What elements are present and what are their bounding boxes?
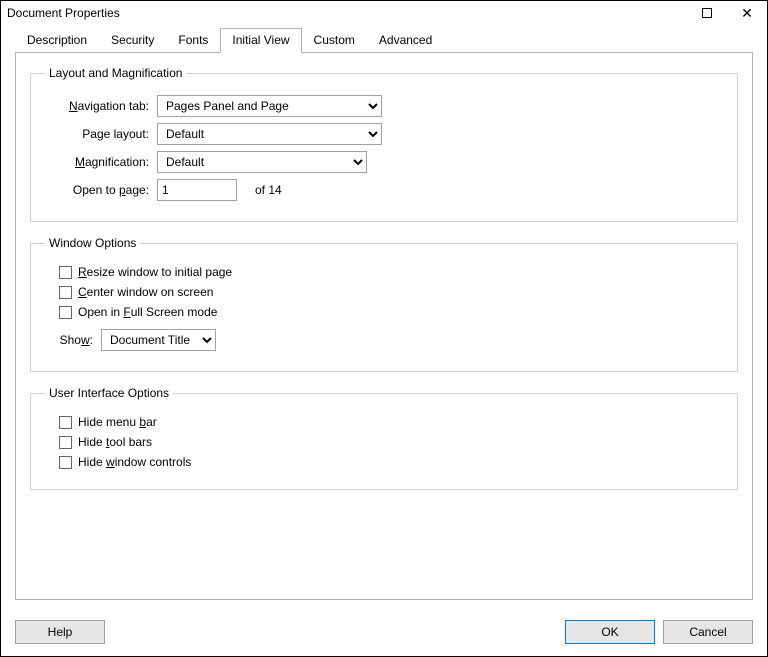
titlebar: Document Properties ✕ bbox=[1, 1, 767, 25]
titlebar-controls: ✕ bbox=[687, 1, 767, 25]
navigation-tab-label: Navigation tab: bbox=[45, 99, 157, 113]
hide-tool-bars-checkbox[interactable] bbox=[59, 436, 72, 449]
tab-security[interactable]: Security bbox=[99, 28, 166, 52]
tab-initial-view[interactable]: Initial View bbox=[220, 28, 301, 53]
center-window-label: Center window on screen bbox=[78, 285, 213, 299]
fullscreen-checkbox[interactable] bbox=[59, 306, 72, 319]
resize-window-checkbox[interactable] bbox=[59, 266, 72, 279]
center-window-checkbox[interactable] bbox=[59, 286, 72, 299]
magnification-label: Magnification: bbox=[45, 155, 157, 169]
dialog-content: Description Security Fonts Initial View … bbox=[1, 25, 767, 614]
show-select[interactable]: Document Title bbox=[101, 329, 216, 351]
layout-magnification-legend: Layout and Magnification bbox=[45, 66, 186, 80]
resize-window-row[interactable]: Resize window to initial page bbox=[59, 265, 723, 279]
ui-options-group: User Interface Options Hide menu bar Hid… bbox=[30, 386, 738, 490]
resize-window-label: Resize window to initial page bbox=[78, 265, 232, 279]
fullscreen-label: Open in Full Screen mode bbox=[78, 305, 217, 319]
close-button[interactable]: ✕ bbox=[727, 1, 767, 25]
hide-window-controls-row[interactable]: Hide window controls bbox=[59, 455, 723, 469]
open-to-page-row: Open to page: of 14 bbox=[45, 179, 723, 201]
navigation-tab-select[interactable]: Pages Panel and Page bbox=[157, 95, 382, 117]
magnification-select[interactable]: Default bbox=[157, 151, 367, 173]
ok-button[interactable]: OK bbox=[565, 620, 655, 644]
hide-menu-bar-label: Hide menu bar bbox=[78, 415, 157, 429]
navigation-tab-row: Navigation tab: Pages Panel and Page bbox=[45, 95, 723, 117]
open-to-page-input[interactable] bbox=[157, 179, 237, 201]
hide-menu-bar-row[interactable]: Hide menu bar bbox=[59, 415, 723, 429]
close-icon: ✕ bbox=[741, 6, 753, 20]
tab-fonts[interactable]: Fonts bbox=[166, 28, 220, 52]
page-layout-label: Page layout: bbox=[45, 127, 157, 141]
page-layout-select[interactable]: Default bbox=[157, 123, 382, 145]
hide-tool-bars-label: Hide tool bars bbox=[78, 435, 152, 449]
show-row: Show: Document Title bbox=[45, 329, 723, 351]
window-options-legend: Window Options bbox=[45, 236, 140, 250]
tab-strip: Description Security Fonts Initial View … bbox=[15, 28, 753, 53]
open-to-page-total: of 14 bbox=[255, 183, 282, 197]
dialog-footer: Help OK Cancel bbox=[1, 614, 767, 656]
hide-window-controls-checkbox[interactable] bbox=[59, 456, 72, 469]
open-to-page-label: Open to page: bbox=[45, 183, 157, 197]
ui-options-legend: User Interface Options bbox=[45, 386, 173, 400]
center-window-row[interactable]: Center window on screen bbox=[59, 285, 723, 299]
tab-panel-initial-view: Layout and Magnification Navigation tab:… bbox=[15, 52, 753, 600]
cancel-button[interactable]: Cancel bbox=[663, 620, 753, 644]
magnification-row: Magnification: Default bbox=[45, 151, 723, 173]
show-label: Show: bbox=[45, 333, 101, 347]
tab-advanced[interactable]: Advanced bbox=[367, 28, 444, 52]
tab-custom[interactable]: Custom bbox=[302, 28, 367, 52]
fullscreen-row[interactable]: Open in Full Screen mode bbox=[59, 305, 723, 319]
window-options-group: Window Options Resize window to initial … bbox=[30, 236, 738, 372]
hide-window-controls-label: Hide window controls bbox=[78, 455, 191, 469]
tab-description[interactable]: Description bbox=[15, 28, 99, 52]
help-button[interactable]: Help bbox=[15, 620, 105, 644]
page-layout-row: Page layout: Default bbox=[45, 123, 723, 145]
hide-tool-bars-row[interactable]: Hide tool bars bbox=[59, 435, 723, 449]
restore-icon bbox=[702, 8, 712, 18]
layout-magnification-group: Layout and Magnification Navigation tab:… bbox=[30, 66, 738, 222]
restore-button[interactable] bbox=[687, 1, 727, 25]
window-title: Document Properties bbox=[7, 6, 120, 20]
hide-menu-bar-checkbox[interactable] bbox=[59, 416, 72, 429]
